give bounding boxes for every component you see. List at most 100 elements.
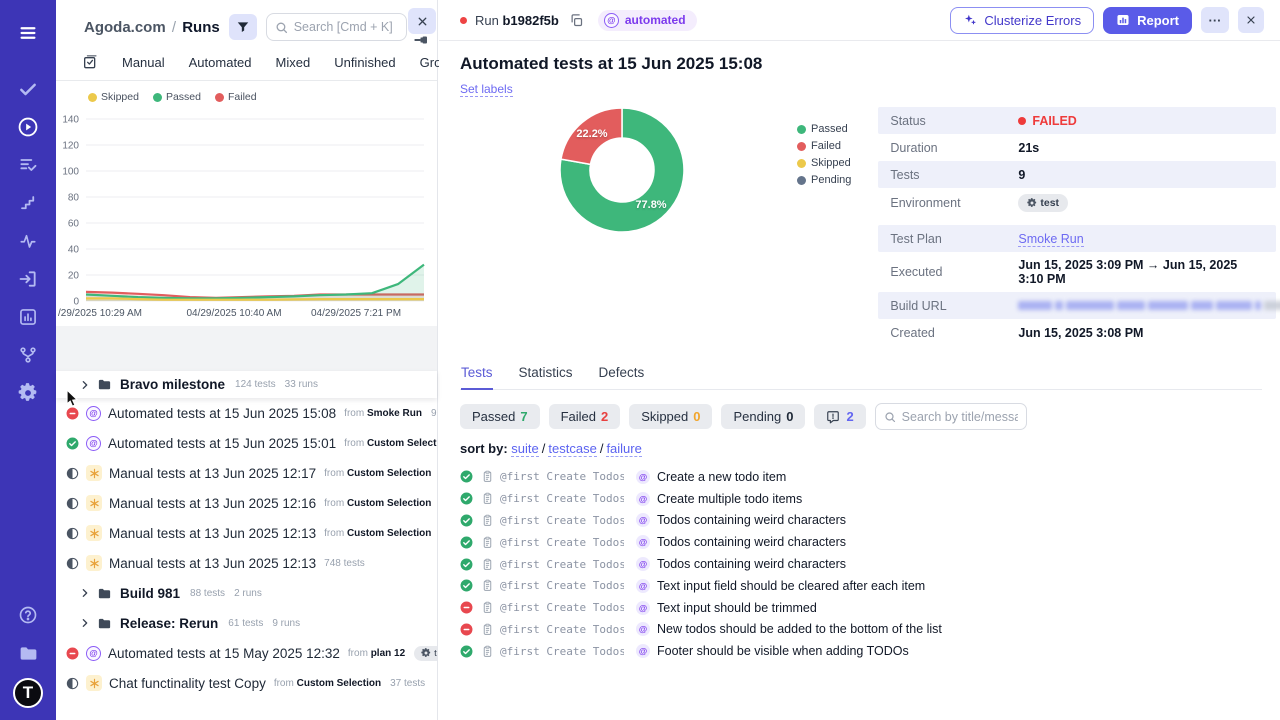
sidebar-reports-icon[interactable] bbox=[9, 298, 47, 336]
environment-badge[interactable]: test bbox=[1018, 194, 1069, 212]
clipboard-icon bbox=[481, 470, 494, 483]
panel-pin-icon[interactable] bbox=[414, 35, 429, 45]
automated-run-icon: @ bbox=[86, 405, 101, 421]
manual-run-icon bbox=[86, 555, 102, 571]
clusterize-errors-button[interactable]: Clusterize Errors bbox=[950, 6, 1095, 34]
filter-chip-comments[interactable]: 2 bbox=[814, 404, 866, 429]
sidebar-tests-icon[interactable] bbox=[9, 70, 47, 108]
sidebar-settings-icon[interactable] bbox=[9, 374, 47, 412]
automated-badge[interactable]: @ automated bbox=[597, 9, 697, 31]
report-chart-icon bbox=[1116, 13, 1130, 27]
sidebar-activity-icon[interactable] bbox=[9, 222, 47, 260]
tab-statistics[interactable]: Statistics bbox=[519, 365, 573, 389]
test-list-item[interactable]: @first Create Todos… @ Create a new todo… bbox=[460, 466, 1262, 488]
run-group-row[interactable]: Build 981 88 tests 2 runs bbox=[56, 578, 437, 608]
test-suite-path: @first Create Todos… bbox=[500, 535, 624, 549]
run-list-item[interactable]: Manual tests at 13 Jun 2025 12:13 748 te… bbox=[56, 548, 437, 578]
runs-tab-unfinished[interactable]: Unfinished bbox=[334, 55, 395, 70]
set-labels-link[interactable]: Set labels bbox=[460, 82, 513, 97]
detail-row-environment: Environment test bbox=[878, 188, 1276, 218]
test-list-item[interactable]: @first Create Todos… @ Todos containing … bbox=[460, 553, 1262, 575]
tab-defects[interactable]: Defects bbox=[599, 365, 645, 389]
panel-close-button[interactable] bbox=[408, 8, 436, 34]
test-list-item[interactable]: @first Create Todos… @ Text input field … bbox=[460, 575, 1262, 597]
runs-search-input[interactable] bbox=[293, 20, 398, 34]
runs-tab-automated[interactable]: Automated bbox=[189, 55, 252, 70]
test-status-failed-icon bbox=[460, 623, 473, 636]
test-list-item[interactable]: @first Create Todos… @ Text input should… bbox=[460, 597, 1262, 619]
filter-funnel-icon bbox=[236, 20, 250, 34]
filter-chip-skipped[interactable]: Skipped 0 bbox=[629, 404, 713, 429]
sidebar-plans-icon[interactable] bbox=[9, 146, 47, 184]
run-list-item[interactable]: Manual tests at 13 Jun 2025 12:13 from C… bbox=[56, 518, 437, 548]
tests-search-input[interactable] bbox=[901, 409, 1018, 424]
automated-test-icon: @ bbox=[636, 622, 650, 637]
test-plan-link[interactable]: Smoke Run bbox=[1018, 231, 1084, 247]
comment-icon bbox=[826, 410, 840, 424]
test-list-item[interactable]: @first Create Todos… @ New todos should … bbox=[460, 619, 1262, 641]
run-list-item[interactable]: @ Automated tests at 15 Jun 2025 15:01 f… bbox=[56, 428, 437, 458]
test-title: Create a new todo item bbox=[657, 469, 787, 484]
chevron-right-icon[interactable] bbox=[80, 618, 90, 628]
sidebar-runs-icon[interactable] bbox=[9, 108, 47, 146]
filter-chip-failed[interactable]: Failed 2 bbox=[548, 404, 621, 429]
run-source: from Custom Selection bbox=[273, 677, 382, 689]
project-name[interactable]: Agoda.com bbox=[84, 19, 166, 36]
sort-by-suite[interactable]: suite bbox=[511, 441, 539, 457]
filter-chip-passed[interactable]: Passed 7 bbox=[460, 404, 540, 429]
svg-text:20: 20 bbox=[68, 271, 80, 282]
tests-search[interactable] bbox=[874, 403, 1027, 430]
test-suite-path: @first Create Todos… bbox=[500, 644, 624, 658]
close-run-button[interactable] bbox=[1238, 7, 1264, 33]
clipboard-icon bbox=[481, 514, 494, 527]
sidebar-import-icon[interactable] bbox=[9, 260, 47, 298]
test-list-item[interactable]: @first Create Todos… @ Create multiple t… bbox=[460, 488, 1262, 510]
run-list-item[interactable]: @ Automated tests at 15 May 2025 12:32 f… bbox=[56, 638, 437, 668]
chevron-right-icon[interactable] bbox=[80, 588, 90, 598]
run-source: from Custom Selection bbox=[344, 437, 437, 449]
projects-folder-icon[interactable] bbox=[9, 634, 47, 672]
run-id-label: Run b1982f5b bbox=[475, 12, 559, 28]
run-list-item[interactable]: @ Automated tests at 15 Jun 2025 15:08 f… bbox=[56, 398, 437, 428]
detail-row-build-url: Build URL bbox=[878, 292, 1280, 319]
runs-search[interactable] bbox=[265, 13, 407, 41]
sort-by-failure[interactable]: failure bbox=[606, 441, 642, 457]
run-tests-count: 37 tests bbox=[390, 677, 426, 689]
run-list-item[interactable]: Manual tests at 13 Jun 2025 12:16 from C… bbox=[56, 488, 437, 518]
select-runs-icon[interactable] bbox=[82, 54, 98, 70]
clipboard-icon bbox=[481, 558, 494, 571]
sidebar-steps-icon[interactable] bbox=[9, 184, 47, 222]
help-icon[interactable] bbox=[9, 596, 47, 634]
report-button[interactable]: Report bbox=[1103, 6, 1192, 34]
menu-hamburger-icon[interactable] bbox=[9, 14, 47, 52]
sidebar-branches-icon[interactable] bbox=[9, 336, 47, 374]
run-source: from Smoke Run bbox=[344, 407, 422, 419]
test-list-item[interactable]: @first Create Todos… @ Todos containing … bbox=[460, 510, 1262, 532]
run-title: Manual tests at 13 Jun 2025 12:13 bbox=[109, 555, 317, 571]
app-logo[interactable]: T bbox=[13, 678, 43, 708]
sort-by-testcase[interactable]: testcase bbox=[548, 441, 597, 457]
runs-tab-manual[interactable]: Manual bbox=[122, 55, 165, 70]
test-title: Create multiple todo items bbox=[657, 491, 803, 506]
run-group-row[interactable]: Release: Rerun 61 tests 9 runs bbox=[56, 608, 437, 638]
tab-tests[interactable]: Tests bbox=[461, 365, 493, 390]
svg-text:120: 120 bbox=[62, 141, 79, 152]
chevron-right-icon[interactable] bbox=[80, 380, 90, 390]
test-list-item[interactable]: @first Create Todos… @ Footer should be … bbox=[460, 640, 1262, 662]
copy-run-id-button[interactable] bbox=[567, 11, 586, 30]
runs-tab-mixed[interactable]: Mixed bbox=[276, 55, 311, 70]
run-list-item[interactable]: Manual tests at 13 Jun 2025 12:17 from C… bbox=[56, 458, 437, 488]
more-actions-button[interactable]: ··· bbox=[1201, 7, 1229, 33]
run-tests-count: 748 tests bbox=[324, 557, 365, 569]
test-list-item[interactable]: @first Create Todos… @ Todos containing … bbox=[460, 531, 1262, 553]
filter-button[interactable] bbox=[228, 14, 257, 40]
run-title: Manual tests at 13 Jun 2025 12:16 bbox=[109, 495, 317, 511]
run-list-item[interactable]: Chat functinality test Copy from Custom … bbox=[56, 668, 437, 698]
manual-run-icon bbox=[86, 465, 102, 481]
detail-value: Jun 15, 2025 3:09 PM → Jun 15, 2025 3:10… bbox=[1018, 258, 1238, 286]
filter-chip-pending[interactable]: Pending 0 bbox=[721, 404, 806, 429]
failed-dot bbox=[1018, 116, 1027, 125]
run-group-row[interactable]: Bravo milestone 124 tests 33 runs bbox=[56, 371, 437, 398]
run-status-partial-icon bbox=[66, 497, 79, 510]
test-status-failed-icon bbox=[460, 601, 473, 614]
